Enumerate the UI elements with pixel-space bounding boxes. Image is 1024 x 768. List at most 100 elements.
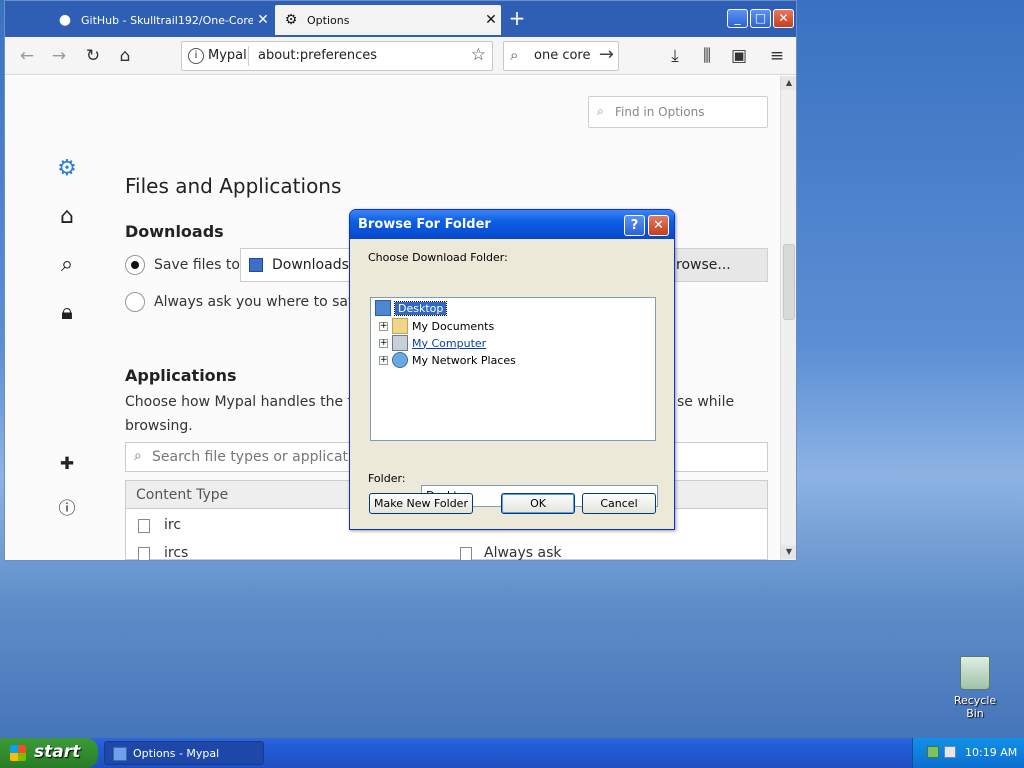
dialog-prompt: Choose Download Folder: (368, 251, 508, 264)
file-icon (138, 547, 150, 560)
tree-node-my-network-places[interactable]: + My Network Places (379, 352, 516, 368)
general-gear-icon[interactable]: ⚙ (53, 156, 81, 184)
recycle-bin[interactable]: Recycle Bin (944, 656, 1006, 720)
file-icon (460, 547, 472, 560)
taskbar-item-label: Options - Mypal (133, 747, 220, 760)
reload-button[interactable]: ↻ (79, 42, 107, 70)
nav-toolbar: ← → ↻ ⌂ i Mypal about:preferences ☆ ⌕ on… (5, 37, 796, 75)
taskbar-item-mypal[interactable]: Options - Mypal (104, 741, 264, 765)
section-title: Files and Applications (125, 174, 342, 198)
taskbar: start Options - Mypal 10:19 AM (0, 738, 1024, 768)
site-identity: Mypal (208, 48, 247, 63)
recycle-bin-icon (960, 656, 990, 690)
dialog-title: Browse For Folder (358, 217, 491, 232)
desktop-icon (375, 300, 391, 316)
lock-icon[interactable]: 🔒︎ (53, 300, 81, 328)
expand-icon[interactable]: + (379, 338, 388, 348)
network-tray-icon[interactable] (927, 746, 939, 758)
new-tab-button[interactable]: + (505, 7, 529, 31)
clock: 10:19 AM (965, 746, 1018, 759)
search-bar[interactable]: ⌕ one core → (503, 41, 619, 71)
window-close-button[interactable]: ✕ (773, 9, 794, 28)
scroll-thumb[interactable] (783, 244, 795, 320)
search-icon: ⌕ (597, 104, 604, 118)
home-button[interactable]: ⌂ (111, 42, 139, 70)
tab-options[interactable]: ⚙ Options ✕ (275, 5, 501, 35)
expand-icon[interactable]: + (379, 355, 388, 365)
applications-heading: Applications (125, 366, 237, 385)
home-icon[interactable]: ⌂ (53, 204, 81, 232)
close-tab-icon[interactable]: ✕ (253, 12, 273, 28)
download-folder-select[interactable]: Downloads (240, 248, 352, 282)
content-type-cell: ircs (164, 545, 189, 561)
bookmark-star-icon[interactable]: ☆ (471, 45, 486, 65)
expand-icon[interactable]: + (379, 321, 388, 331)
library-icon[interactable]: ⫼ (693, 42, 721, 70)
download-icon[interactable]: ⤓ (661, 42, 689, 70)
tree-node-desktop[interactable]: Desktop (375, 300, 448, 316)
applications-description-2: browsing. (125, 418, 193, 434)
scroll-down-arrow[interactable]: ▼ (781, 545, 796, 559)
url-bar[interactable]: i Mypal about:preferences ☆ (181, 41, 493, 71)
url-separator (248, 46, 249, 66)
tab-title: Options (307, 13, 350, 27)
url-text[interactable]: about:preferences (258, 48, 377, 63)
file-icon (138, 519, 150, 533)
tab-github[interactable]: ● GitHub - Skulltrail192/One-Core-A ✕ (49, 5, 273, 35)
system-tray: 10:19 AM (912, 738, 1024, 768)
action-label: Always ask (484, 545, 562, 561)
addons-puzzle-icon[interactable]: ✚ (53, 454, 81, 482)
save-files-radio[interactable] (125, 255, 145, 275)
save-files-label: Save files to (154, 257, 240, 273)
browse-button[interactable]: rowse... (671, 248, 768, 282)
browse-for-folder-dialog: Browse For Folder ? ✕ Choose Download Fo… (349, 209, 675, 530)
network-icon (392, 352, 408, 368)
help-button[interactable]: ? (624, 215, 645, 236)
menu-icon[interactable]: ≡ (763, 42, 791, 70)
tree-node-my-computer[interactable]: + My Computer (379, 335, 486, 351)
tab-strip: ● GitHub - Skulltrail192/One-Core-A ✕ ⚙ … (5, 1, 796, 37)
search-value[interactable]: one core (534, 48, 590, 63)
volume-tray-icon[interactable] (944, 746, 956, 758)
maximize-button[interactable]: □ (750, 9, 771, 28)
always-ask-label: Always ask you where to save fil (154, 294, 383, 310)
cancel-button[interactable]: Cancel (582, 493, 656, 514)
scroll-up-arrow[interactable]: ▲ (781, 76, 796, 90)
mypal-icon (113, 747, 127, 761)
search-category-icon[interactable]: ⌕ (53, 252, 81, 280)
search-icon: ⌕ (134, 448, 142, 464)
close-tab-icon[interactable]: ✕ (481, 12, 501, 28)
applications-description-tail: se while (677, 394, 735, 410)
tree-label: My Computer (412, 336, 487, 350)
folder-icon (249, 258, 263, 272)
back-button[interactable]: ← (13, 42, 41, 70)
windows-logo-icon (10, 745, 26, 761)
tree-label: My Documents (412, 319, 495, 333)
downloads-heading: Downloads (125, 222, 224, 241)
minimize-button[interactable]: _ (727, 9, 748, 28)
info-icon[interactable]: i (188, 48, 204, 64)
find-in-options-input[interactable]: ⌕ Find in Options (588, 96, 768, 128)
sidebar-icon[interactable]: ▣ (725, 42, 753, 70)
help-icon[interactable]: ⓘ (53, 494, 81, 522)
forward-button[interactable]: → (45, 42, 73, 70)
dialog-close-button[interactable]: ✕ (648, 215, 669, 236)
search-types-placeholder: Search file types or applications (152, 449, 377, 465)
make-new-folder-button[interactable]: Make New Folder (369, 493, 473, 514)
folder-icon (392, 318, 408, 334)
start-button[interactable]: start (0, 738, 98, 768)
download-folder-value: Downloads (272, 257, 349, 273)
always-ask-radio[interactable] (125, 292, 145, 312)
tree-node-my-documents[interactable]: + My Documents (379, 318, 494, 334)
ok-button[interactable]: OK (501, 493, 575, 514)
gear-icon: ⚙ (284, 12, 298, 28)
start-label: start (34, 742, 81, 762)
tab-title: GitHub - Skulltrail192/One-Core-A (81, 13, 253, 27)
folder-tree[interactable]: Desktop + My Documents + My Computer + M… (370, 297, 656, 441)
vertical-scrollbar[interactable]: ▲ ▼ (780, 76, 796, 560)
content-type-cell: irc (164, 517, 182, 533)
tree-label: Desktop (393, 300, 448, 316)
tree-label: My Network Places (412, 353, 516, 367)
search-go-icon[interactable]: → (599, 44, 614, 65)
search-icon: ⌕ (510, 46, 519, 64)
